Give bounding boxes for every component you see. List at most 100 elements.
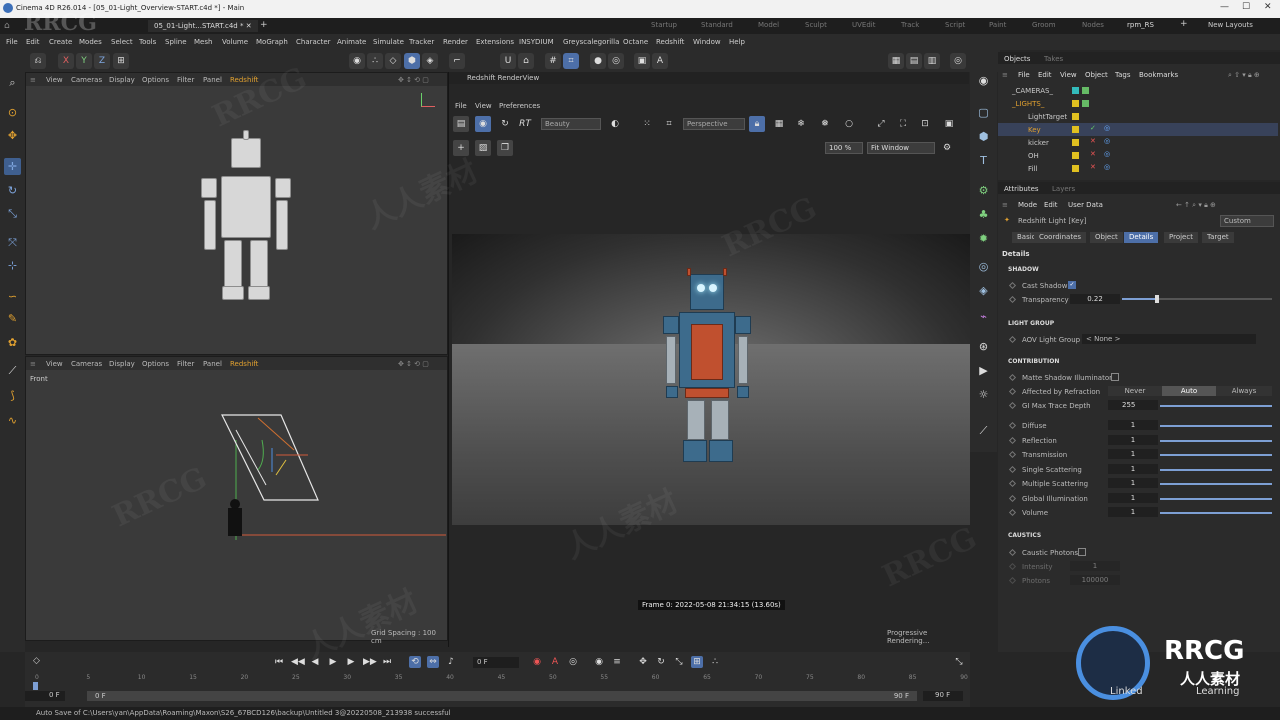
contribution-slider[interactable]	[1160, 483, 1272, 485]
section-shadow[interactable]: SHADOW	[1008, 266, 1039, 273]
paint-icon[interactable]: ✿	[4, 334, 21, 351]
viewport-menu-view[interactable]: View	[46, 360, 63, 368]
menu-extensions[interactable]: Extensions	[476, 38, 514, 46]
render-region-icon[interactable]: ▣	[634, 53, 650, 69]
render-view-icon[interactable]: ▦	[888, 53, 904, 69]
channel-icon[interactable]: ◐	[607, 116, 623, 132]
renderview-menu-preferences[interactable]: Preferences	[499, 102, 540, 110]
grid-overlay-icon[interactable]: ⁙	[639, 116, 655, 132]
polygons-mode-icon[interactable]: ⬢	[404, 53, 420, 69]
grid-icon[interactable]: #	[545, 53, 561, 69]
attributes-nav-icons[interactable]: ← ↑ ⌕ ▾ 🔒︎ ⊕	[1176, 201, 1216, 210]
menu-render[interactable]: Render	[443, 38, 468, 46]
viewport-menu-icon[interactable]: ≡	[30, 76, 36, 84]
viewport-nav-icons[interactable]: ✥ ↕ ⟲ ▢	[398, 360, 429, 368]
refraction-never-button[interactable]: Never	[1108, 386, 1162, 396]
camera-dropdown[interactable]: Perspective	[683, 118, 745, 130]
scale-tool-icon[interactable]: ⤡	[4, 205, 21, 222]
photons-field[interactable]: 100000	[1070, 575, 1120, 585]
menu-character[interactable]: Character	[296, 38, 331, 46]
rt-toggle-icon[interactable]: RT	[517, 116, 533, 132]
start-frame-field[interactable]: 0 F	[25, 691, 65, 701]
transfer-tool-icon[interactable]: ⤧	[4, 234, 21, 251]
enabled-check-icon[interactable]: ✓	[1090, 124, 1096, 132]
tab-takes[interactable]: Takes	[1044, 55, 1063, 63]
effector-icon[interactable]: ✹	[975, 230, 992, 247]
start-render-icon[interactable]: ◉	[475, 116, 491, 132]
caustic-photons-checkbox[interactable]	[1078, 548, 1086, 556]
contribution-field[interactable]: 1	[1108, 507, 1158, 517]
viewport-menu-options[interactable]: Options	[142, 360, 169, 368]
subtab-project[interactable]: Project	[1164, 232, 1198, 243]
disabled-x-icon[interactable]: ✕	[1090, 150, 1096, 158]
freeze-icon[interactable]: ❄	[793, 116, 809, 132]
layout-uvedit[interactable]: UVEdit	[852, 21, 875, 29]
object-row-kicker[interactable]: kicker ✕ ◎	[998, 136, 1278, 149]
menu-greyscalegorilla[interactable]: Greyscalegorilla	[563, 38, 619, 46]
crop-icon[interactable]: ⌗	[661, 116, 677, 132]
object-row-fill[interactable]: Fill ✕ ◎	[998, 162, 1278, 175]
viewport-nav-icons[interactable]: ✥ ↕ ⟲ ▢	[398, 76, 429, 84]
contribution-slider[interactable]	[1160, 468, 1272, 471]
contribution-slider[interactable]	[1160, 425, 1272, 427]
layout-track[interactable]: Track	[901, 21, 919, 29]
axis-z-toggle[interactable]: Z	[94, 53, 110, 69]
tab-attributes[interactable]: Attributes	[1004, 185, 1039, 193]
gi-max-trace-field[interactable]: 255	[1108, 400, 1158, 410]
deform-icon[interactable]: ∿	[4, 412, 21, 429]
redshift-tool-icon[interactable]: ⟋	[975, 422, 992, 439]
model-mode-icon[interactable]: ◉	[349, 53, 365, 69]
contribution-slider[interactable]	[1160, 512, 1272, 514]
cube-outline-icon[interactable]: ▢	[975, 104, 992, 121]
aov-dropdown[interactable]: Beauty	[541, 118, 601, 130]
contribution-field[interactable]: 1	[1108, 478, 1158, 488]
contribution-field[interactable]: 1	[1108, 463, 1158, 474]
layout-nodes[interactable]: Nodes	[1082, 21, 1104, 29]
zoom-dropdown[interactable]: 100 %	[825, 142, 863, 154]
viewport-menu-filter[interactable]: Filter	[177, 360, 194, 368]
menu-mesh[interactable]: Mesh	[194, 38, 212, 46]
object-row-key[interactable]: Key ✓ ◎	[998, 123, 1278, 136]
uv-mode-icon[interactable]: ◈	[422, 53, 438, 69]
transparency-field[interactable]: 0.22	[1070, 294, 1120, 304]
scene-icon[interactable]: ⊛	[975, 338, 992, 355]
object-row-lighttarget[interactable]: LightTarget	[998, 110, 1278, 123]
workplane-icon[interactable]: ⌗	[563, 53, 579, 69]
layout-paint[interactable]: Paint	[989, 21, 1006, 29]
light-icon[interactable]: ☼	[975, 386, 992, 403]
layout-startup[interactable]: Startup	[651, 21, 677, 29]
renderview-menu-view[interactable]: View	[475, 102, 492, 110]
focus-icon[interactable]: ⊡	[917, 116, 933, 132]
magnet-icon[interactable]: ⌂	[518, 53, 534, 69]
end-frame-field[interactable]: 90 F	[923, 691, 963, 701]
objects-menu-tags[interactable]: Tags	[1115, 71, 1131, 79]
contribution-field[interactable]: 1	[1108, 492, 1158, 503]
renderview-menu-file[interactable]: File	[455, 102, 467, 110]
viewport-menu-icon[interactable]: ≡	[30, 360, 36, 368]
new-tab-icon[interactable]: +	[260, 20, 268, 30]
preset-dropdown[interactable]: Custom	[1220, 215, 1274, 227]
maximize-icon[interactable]: ☐	[1242, 2, 1250, 12]
menu-select[interactable]: Select	[111, 38, 133, 46]
menu-tools[interactable]: Tools	[139, 38, 156, 46]
viewport-menu-panel[interactable]: Panel	[203, 76, 222, 84]
attributes-menu-edit[interactable]: Edit	[1044, 201, 1058, 209]
move-tool-icon[interactable]: ✛	[4, 158, 21, 175]
objects-menu-edit[interactable]: Edit	[1038, 71, 1052, 79]
rotate-tool-icon[interactable]: ↻	[4, 182, 21, 199]
tag-icon[interactable]: ◎	[1104, 137, 1110, 145]
view-icon[interactable]: ●	[590, 53, 606, 69]
layout-model[interactable]: Model	[758, 21, 779, 29]
gi-max-trace-slider[interactable]	[1160, 405, 1272, 407]
render-picture-viewer-icon[interactable]: ▤	[906, 53, 922, 69]
lock-camera-icon[interactable]: 🔒︎	[749, 116, 765, 132]
refraction-always-button[interactable]: Always	[1216, 386, 1272, 396]
edges-mode-icon[interactable]: ◇	[385, 53, 401, 69]
attributes-menu-icon[interactable]: ≡	[1002, 201, 1008, 209]
edit-render-settings-icon[interactable]: ▥	[924, 53, 940, 69]
range-slider[interactable]: 0 F 90 F	[87, 691, 917, 701]
redshift-render-icon[interactable]: ◎	[950, 53, 966, 69]
subtab-details[interactable]: Details	[1124, 232, 1159, 243]
menu-spline[interactable]: Spline	[165, 38, 187, 46]
expand-icon[interactable]: ⤢	[873, 116, 889, 132]
